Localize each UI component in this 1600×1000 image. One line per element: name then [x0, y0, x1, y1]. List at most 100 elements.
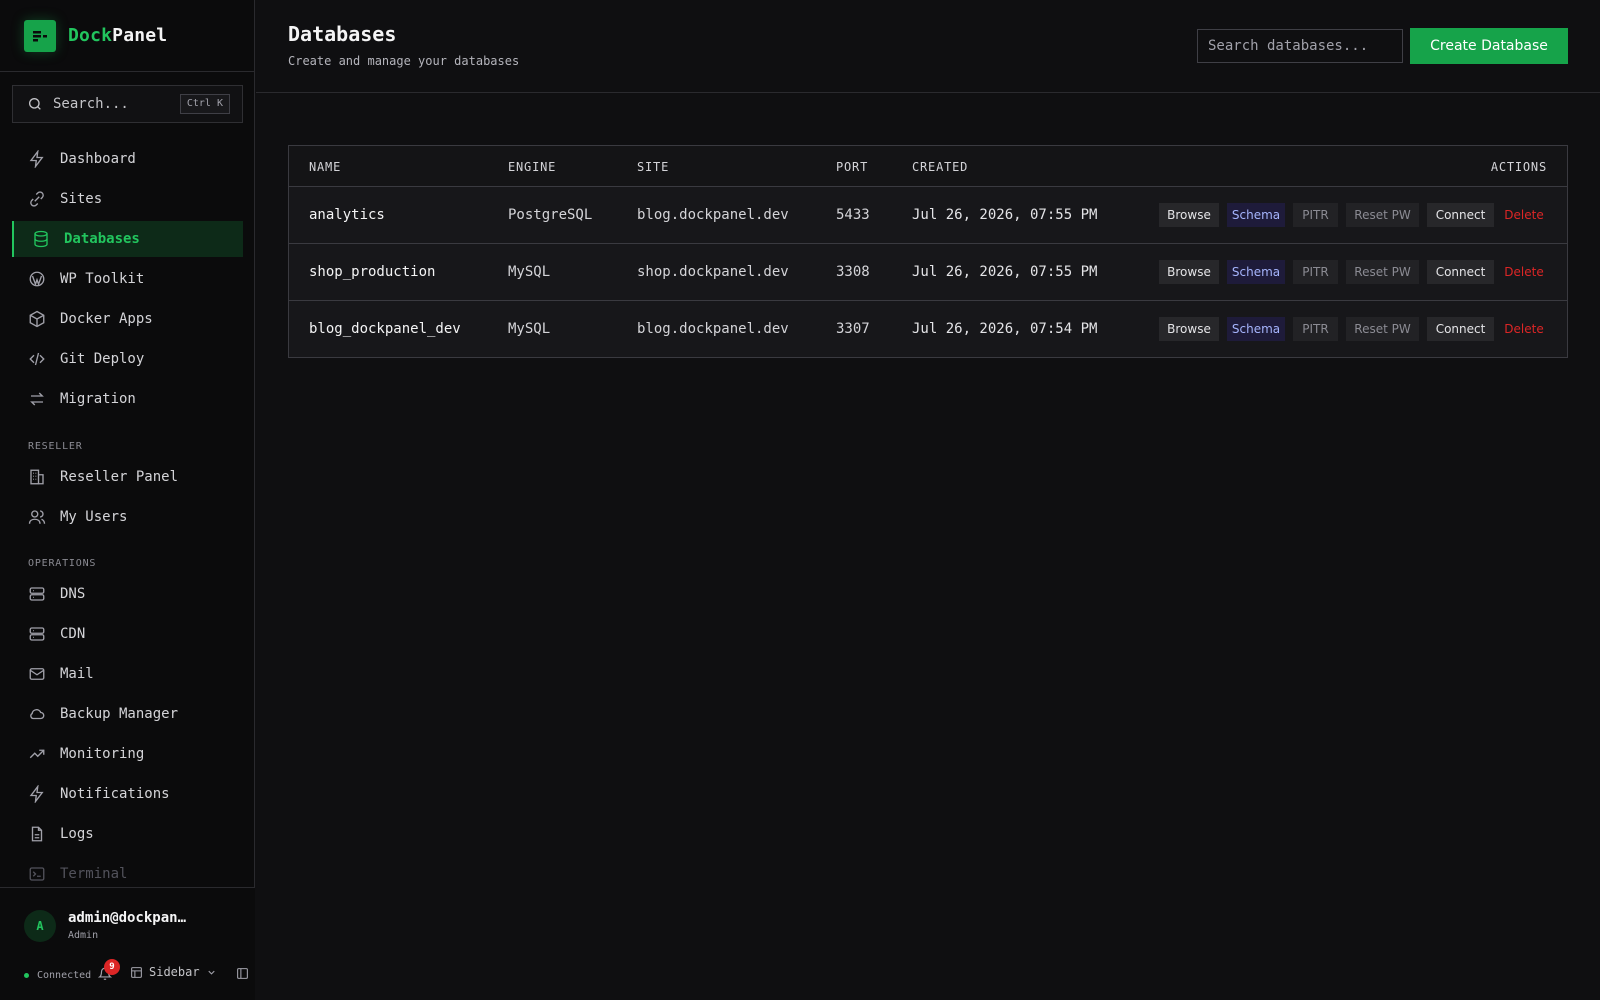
sidebar-item-sites[interactable]: Sites [12, 181, 243, 217]
reset-password-button[interactable]: Reset PW [1346, 203, 1419, 227]
column-header-name[interactable]: NAME [309, 160, 341, 174]
user-role: Admin [68, 930, 99, 941]
globe-icon [30, 191, 44, 207]
brand-name: DockPanel [68, 25, 168, 46]
sidebar-item-reseller-panel[interactable]: Reseller Panel [12, 459, 243, 495]
sidebar-item-logs[interactable]: Logs [12, 816, 243, 852]
box-icon [29, 310, 45, 328]
schema-button[interactable]: Schema [1227, 317, 1285, 341]
db-site: shop.dockpanel.dev [637, 264, 789, 280]
cloud-icon [30, 709, 45, 720]
sidebar-search-placeholder: Search... [53, 96, 129, 112]
building-icon [30, 469, 44, 485]
user-email[interactable]: admin@dockpanel.dev [68, 910, 193, 926]
pitr-button[interactable]: PITR [1293, 260, 1338, 284]
arrows-icon [30, 392, 44, 406]
server-icon [29, 627, 45, 641]
table-header: NAME ENGINE SITE PORT CREATED ACTIONS [289, 146, 1567, 187]
db-port: 3308 [836, 264, 870, 280]
connect-button[interactable]: Connect [1427, 317, 1494, 341]
table-row: analytics PostgreSQL blog.dockpanel.dev … [289, 187, 1567, 244]
page-subtitle: Create and manage your databases [288, 54, 520, 68]
browse-button[interactable]: Browse [1159, 260, 1219, 284]
db-created: Jul 26, 2026, 07:55 PM [912, 264, 1098, 280]
terminal-icon [29, 867, 45, 881]
avatar[interactable]: A [24, 910, 56, 942]
delete-button[interactable]: Delete [1502, 260, 1546, 284]
create-database-button[interactable]: Create Database [1410, 28, 1568, 64]
collapse-icon[interactable] [236, 967, 249, 980]
server-icon [29, 587, 45, 601]
bolt-icon [29, 785, 44, 803]
column-header-site[interactable]: SITE [637, 160, 669, 174]
db-engine: PostgreSQL [508, 207, 593, 223]
file-icon [31, 826, 43, 842]
page-title: Databases [288, 22, 397, 46]
reset-password-button[interactable]: Reset PW [1346, 260, 1419, 284]
sidebar-footer: A admin@dockpanel.dev Admin Connected 9 … [0, 887, 255, 1000]
sidebar-item-wp-toolkit[interactable]: WP Toolkit [12, 261, 243, 297]
table-row: blog_dockpanel_dev MySQL blog.dockpanel.… [289, 301, 1567, 358]
schema-button[interactable]: Schema [1227, 203, 1285, 227]
code-icon [29, 352, 45, 366]
connect-button[interactable]: Connect [1427, 203, 1494, 227]
pitr-button[interactable]: PITR [1293, 203, 1338, 227]
sidebar-item-mail[interactable]: Mail [12, 656, 243, 692]
connection-status-dot [24, 972, 29, 978]
column-header-engine[interactable]: ENGINE [508, 160, 556, 174]
connection-status-text: Connected [37, 969, 92, 981]
column-header-port[interactable]: PORT [836, 160, 868, 174]
notification-count-badge: 9 [104, 959, 120, 975]
db-name[interactable]: shop_production [309, 264, 435, 280]
status-row: Connected 9 Sidebar [24, 959, 255, 987]
sidebar: DockPanel Search... Ctrl K Dashboard Sit… [0, 0, 255, 1000]
db-engine: MySQL [508, 321, 551, 337]
sidebar-search[interactable]: Search... Ctrl K [12, 85, 243, 123]
schema-button[interactable]: Schema [1227, 260, 1285, 284]
section-label-operations: OPERATIONS [28, 558, 97, 569]
db-name[interactable]: blog_dockpanel_dev [309, 321, 461, 337]
sidebar-item-notifications[interactable]: Notifications [12, 776, 243, 812]
browse-button[interactable]: Browse [1159, 317, 1219, 341]
sidebar-item-cdn[interactable]: CDN [12, 616, 243, 652]
db-site: blog.dockpanel.dev [637, 207, 789, 223]
sidebar-item-docker-apps[interactable]: Docker Apps [12, 301, 243, 337]
database-search-input[interactable] [1197, 29, 1403, 63]
table-row: shop_production MySQL shop.dockpanel.dev… [289, 244, 1567, 301]
pitr-button[interactable]: PITR [1293, 317, 1338, 341]
db-engine: MySQL [508, 264, 551, 280]
sidebar-item-databases[interactable]: Databases [12, 221, 243, 257]
db-port: 3307 [836, 321, 870, 337]
db-name[interactable]: analytics [309, 207, 385, 223]
layout-icon [131, 966, 142, 978]
layout-toggle-button[interactable]: Sidebar [130, 965, 217, 979]
sidebar-item-migration[interactable]: Migration [12, 381, 243, 417]
dockpanel-logo-icon [24, 19, 56, 52]
trending-icon [29, 749, 45, 759]
sidebar-item-git-deploy[interactable]: Git Deploy [12, 341, 243, 377]
column-header-actions: ACTIONS [1490, 160, 1547, 174]
db-port: 5433 [836, 207, 870, 223]
bolt-icon [29, 150, 44, 168]
sidebar-item-backup-manager[interactable]: Backup Manager [12, 696, 243, 732]
page-header: Databases Create and manage your databas… [256, 0, 1600, 93]
browse-button[interactable]: Browse [1159, 203, 1219, 227]
db-created: Jul 26, 2026, 07:54 PM [912, 321, 1098, 337]
column-header-created[interactable]: CREATED [912, 160, 968, 174]
delete-button[interactable]: Delete [1502, 317, 1546, 341]
sidebar-item-my-users[interactable]: My Users [12, 499, 243, 535]
db-created: Jul 26, 2026, 07:55 PM [912, 207, 1098, 223]
brand[interactable]: DockPanel [0, 0, 254, 72]
sidebar-item-dashboard[interactable]: Dashboard [12, 141, 243, 177]
search-icon [29, 98, 41, 110]
sidebar-item-dns[interactable]: DNS [12, 576, 243, 612]
wordpress-icon [29, 271, 45, 287]
delete-button[interactable]: Delete [1502, 203, 1546, 227]
databases-table: NAME ENGINE SITE PORT CREATED ACTIONS an… [288, 145, 1568, 358]
sidebar-item-monitoring[interactable]: Monitoring [12, 736, 243, 772]
reset-password-button[interactable]: Reset PW [1346, 317, 1419, 341]
search-shortcut-badge: Ctrl K [179, 94, 230, 114]
connect-button[interactable]: Connect [1427, 260, 1494, 284]
users-icon [28, 510, 46, 524]
database-icon [34, 230, 48, 248]
